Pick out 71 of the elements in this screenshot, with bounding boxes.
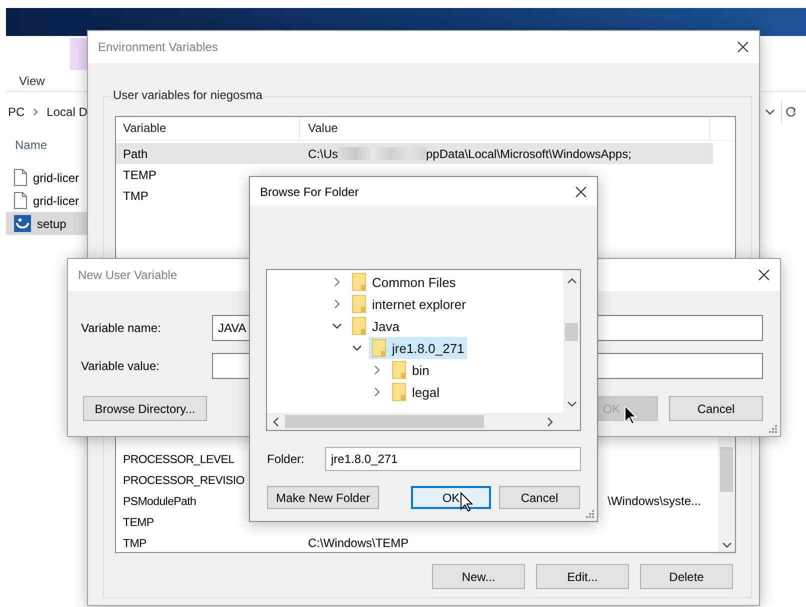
list-row[interactable]: TMP C:\Windows\TEMP — [116, 532, 713, 553]
column-header[interactable]: Name — [6, 133, 75, 157]
mouse-pointer-icon — [624, 405, 637, 425]
file-name: grid-licer — [33, 170, 80, 184]
resize-grip-icon — [586, 510, 594, 518]
tree-item[interactable]: jre1.8.0_271 — [369, 337, 468, 359]
folder-icon — [352, 317, 366, 335]
file-name: setup — [37, 216, 66, 230]
window-title: New User Variable — [78, 268, 178, 282]
variable-name: PROCESSOR_REVISIO — [123, 474, 244, 486]
window-title: Environment Variables — [98, 40, 218, 54]
variable-value: C:\Us — [308, 146, 338, 160]
input-field[interactable]: jre1.8.0_271 — [325, 447, 581, 471]
refresh-icon — [785, 106, 797, 118]
button[interactable]: Delete — [640, 564, 733, 589]
ribbon-tab[interactable]: View — [19, 74, 45, 88]
file-item[interactable]: setup — [6, 212, 90, 235]
folder-icon — [372, 339, 386, 357]
variable-value: C:\Windows\TEMP — [308, 536, 409, 550]
scrollbar-thumb[interactable] — [285, 415, 484, 428]
field-label: Variable value: — [81, 359, 160, 373]
scroll-down-icon — [722, 542, 732, 548]
folder-icon — [392, 361, 406, 379]
folder-icon — [352, 295, 366, 313]
document-icon — [14, 192, 27, 209]
close-icon — [758, 269, 770, 281]
file-item[interactable]: grid-licer — [6, 166, 90, 189]
document-icon — [14, 169, 27, 186]
button[interactable]: New... — [432, 564, 525, 589]
mouse-pointer-icon — [460, 492, 473, 512]
button[interactable]: OK — [411, 486, 491, 509]
resize-grip-icon — [769, 425, 777, 433]
dropdown-caret-icon — [765, 109, 775, 115]
scrollbar-thumb[interactable] — [720, 447, 733, 492]
breadcrumb-item[interactable]: Local D — [46, 105, 88, 119]
window-title: Browse For Folder — [260, 184, 359, 198]
group-label: User variables for niegosma — [110, 88, 266, 102]
variable-name: Path — [123, 146, 148, 160]
scroll-right-icon — [547, 416, 553, 426]
variable-value: ppData\Local\Microsoft\WindowsApps; — [426, 146, 632, 160]
button[interactable]: Cancel — [669, 396, 763, 421]
tree-item[interactable]: bin — [389, 359, 432, 381]
folder-icon — [352, 273, 366, 291]
field-label: Folder: — [267, 452, 306, 466]
installer-icon — [14, 215, 31, 232]
tree-item[interactable]: internet explorer — [349, 293, 469, 315]
tree-item[interactable]: legal — [389, 381, 442, 403]
field-label: Variable name: — [81, 321, 162, 335]
column-header[interactable]: Value — [300, 117, 710, 140]
close-icon — [575, 186, 587, 198]
scrollbar-thumb[interactable] — [565, 323, 578, 341]
scroll-left-icon — [273, 416, 279, 426]
button[interactable]: Browse Directory... — [83, 396, 207, 421]
scroll-up-icon — [566, 278, 576, 284]
button[interactable]: Make New Folder — [267, 486, 379, 509]
file-item[interactable]: grid-licer — [6, 189, 90, 212]
variable-name: TEMP — [123, 516, 154, 528]
file-name: grid-licer — [33, 194, 80, 208]
button[interactable]: Edit... — [536, 564, 629, 589]
list-row[interactable]: Path C:\Us ppData\Local\Microsoft\WindowsApps; — [116, 143, 713, 164]
column-header[interactable]: Variable — [116, 117, 300, 140]
scroll-down-icon — [566, 401, 576, 407]
breadcrumb-chevron-icon — [32, 108, 39, 116]
variable-name: TEMP — [123, 168, 156, 182]
close-icon — [737, 41, 749, 53]
tree-item[interactable]: Common Files — [349, 271, 459, 293]
variable-name: TMP — [123, 538, 146, 550]
tree-item[interactable]: Java — [349, 315, 402, 337]
folder-icon — [392, 383, 406, 401]
button[interactable]: Cancel — [499, 486, 580, 509]
breadcrumb-item[interactable]: PC — [8, 105, 25, 119]
